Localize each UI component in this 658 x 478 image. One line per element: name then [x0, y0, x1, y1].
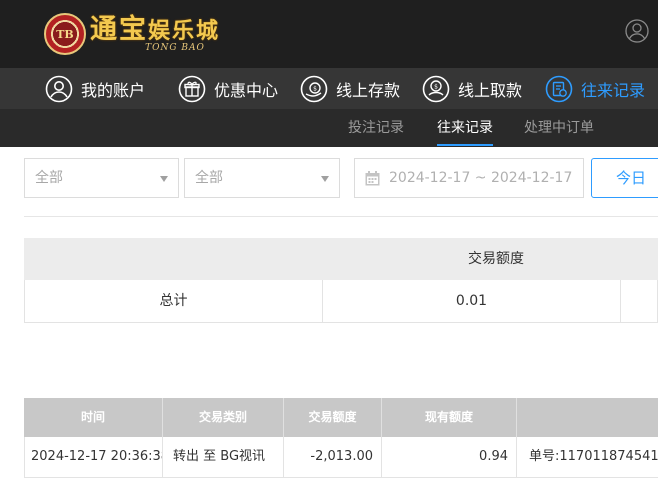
col-header-time: 时间 [24, 398, 163, 437]
account-avatar-icon[interactable] [625, 19, 649, 43]
casino-chip-icon: TB [44, 13, 86, 55]
tab-pending-orders[interactable]: 处理中订单 [524, 109, 594, 147]
caret-down-icon [321, 176, 329, 182]
brand-char-2: 宝 [119, 14, 148, 45]
top-header: TB 通宝娱乐城 TONG BAO [0, 0, 658, 68]
summary-total-row: 总计 0.01 [24, 280, 658, 323]
date-range-value: 2024-12-17 ~ 2024-12-17 [389, 170, 573, 186]
tab-transaction-records[interactable]: 往来记录 [437, 109, 493, 147]
chip-text: TB [56, 27, 74, 41]
cell-time: 2024-12-17 20:36:38 [25, 437, 163, 477]
summary-header-amount: 交易额度 [468, 251, 524, 267]
nav-item-transaction-records[interactable]: 往来记录 [545, 68, 645, 109]
nav-label: 线上取款 [458, 80, 523, 100]
main-nav: 我的账户 优惠中心 $ 线上存款 $ 线上取款 往来记录 [0, 68, 658, 109]
cell-balance: 0.94 [382, 437, 517, 477]
section-divider [24, 216, 658, 217]
cell-order-number: 单号:117011874541 [529, 449, 658, 464]
select-value: 全部 [195, 170, 223, 186]
nav-label: 我的账户 [81, 80, 146, 100]
type-filter-select[interactable]: 全部 [24, 158, 179, 198]
cell-type: 转出 至 BG视讯 [163, 437, 284, 477]
brand-name-rest: 娱乐城 [148, 18, 221, 44]
col-header-balance: 现有额度 [382, 398, 517, 437]
nav-item-withdraw[interactable]: $ 线上取款 [422, 68, 522, 109]
summary-total-value: 0.01 [323, 280, 621, 322]
col-header-amount: 交易额度 [284, 398, 382, 437]
summary-total-label: 总计 [25, 280, 323, 322]
caret-down-icon [160, 176, 168, 182]
col-header-type: 交易类别 [163, 398, 284, 437]
col-header-remarks [517, 398, 658, 437]
brand-name: 通宝娱乐城 [90, 15, 220, 46]
today-button[interactable]: 今日 [591, 158, 658, 198]
nav-item-deposit[interactable]: $ 线上存款 [300, 68, 400, 109]
sub-nav: 投注记录 往来记录 处理中订单 [0, 109, 658, 147]
details-table-header: 时间 交易类别 交易额度 现有额度 [24, 398, 658, 437]
brand-logo[interactable]: TB 通宝娱乐城 TONG BAO [44, 11, 220, 57]
user-circle-icon [45, 75, 73, 102]
deposit-icon: $ [300, 75, 328, 102]
summary-table-header: 交易额度 [24, 238, 658, 280]
cell-amount: -2,013.00 [284, 437, 382, 477]
select-value: 全部 [35, 170, 63, 186]
nav-label: 往来记录 [581, 80, 646, 100]
nav-label: 优惠中心 [214, 80, 279, 100]
withdraw-icon: $ [422, 75, 450, 102]
nav-item-promotions[interactable]: 优惠中心 [178, 68, 278, 109]
nav-label: 线上存款 [336, 80, 401, 100]
gift-icon [178, 75, 206, 102]
records-icon [545, 75, 573, 102]
platform-filter-select[interactable]: 全部 [184, 158, 340, 198]
table-row: 2024-12-17 20:36:38 转出 至 BG视讯 -2,013.00 … [24, 437, 658, 478]
brand-subtitle: TONG BAO [145, 43, 205, 53]
date-range-picker[interactable]: 2024-12-17 ~ 2024-12-17 [354, 158, 584, 198]
svg-text:$: $ [434, 83, 438, 90]
brand-char-1: 通 [90, 14, 119, 45]
tab-bet-records[interactable]: 投注记录 [348, 109, 404, 147]
nav-item-my-account[interactable]: 我的账户 [45, 68, 145, 109]
svg-text:$: $ [313, 85, 317, 92]
calendar-icon [365, 171, 380, 186]
brand-text: 通宝娱乐城 TONG BAO [90, 15, 220, 54]
